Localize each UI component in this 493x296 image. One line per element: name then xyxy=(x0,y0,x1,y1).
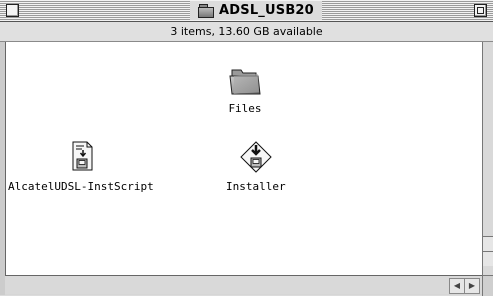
finder-window: ADSL_USB20 3 items, 13.60 GB available F… xyxy=(0,0,493,296)
scroll-right-arrow-icon[interactable]: ▶ xyxy=(464,278,480,294)
title-bar[interactable]: ADSL_USB20 xyxy=(0,0,493,22)
script-document-icon xyxy=(72,141,93,171)
folder-content: Files AlcatelUDSL-InstScript Installer xyxy=(5,42,484,275)
window-title-area: ADSL_USB20 xyxy=(190,1,322,20)
item-label: AlcatelUDSL-InstScript xyxy=(8,180,154,193)
item-installer[interactable]: Installer xyxy=(226,140,286,193)
scroll-left-arrow-icon[interactable]: ◀ xyxy=(449,278,465,294)
installer-icon xyxy=(240,141,272,173)
zoom-box[interactable] xyxy=(474,4,487,17)
window-title: ADSL_USB20 xyxy=(219,3,314,18)
item-label: Files xyxy=(228,102,262,115)
window-info-bar: 3 items, 13.60 GB available xyxy=(0,22,493,42)
item-label: Installer xyxy=(226,180,286,193)
folder-icon xyxy=(229,69,261,95)
scroll-up-arrow-icon[interactable] xyxy=(483,236,493,251)
item-alcatel-script[interactable]: AlcatelUDSL-InstScript xyxy=(8,140,154,193)
close-box[interactable] xyxy=(6,4,19,17)
scroll-down-arrow-icon[interactable] xyxy=(483,251,493,266)
resize-handle[interactable] xyxy=(482,275,493,296)
item-files[interactable]: Files xyxy=(228,64,262,115)
horizontal-scrollbar[interactable] xyxy=(5,275,483,294)
folder-icon xyxy=(198,4,214,18)
